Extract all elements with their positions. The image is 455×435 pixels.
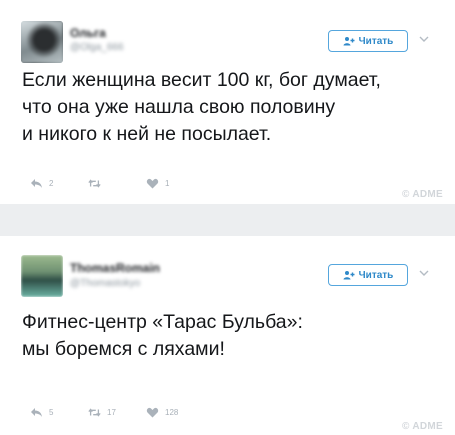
like-count: 128 — [165, 407, 179, 417]
tweet-text: Если женщина весит 100 кг, бог думает, ч… — [22, 69, 381, 145]
heart-icon — [146, 407, 159, 417]
retweet-action[interactable]: 17 — [88, 407, 146, 418]
watermark: © ADME — [401, 189, 443, 200]
tweet-actions: 5 17 128 — [30, 405, 178, 419]
chevron-down-icon[interactable] — [418, 268, 430, 278]
reply-icon — [31, 178, 42, 188]
add-person-icon — [343, 271, 355, 280]
follow-button[interactable]: Читать — [328, 30, 408, 52]
follow-label: Читать — [358, 35, 394, 47]
like-action[interactable]: 128 — [146, 407, 178, 418]
avatar[interactable] — [21, 21, 63, 63]
tweet-card: Ольга @Olga_666 Читать Если женщина веси… — [0, 0, 455, 204]
like-action[interactable]: 1 — [146, 178, 169, 189]
watermark: © ADME — [401, 421, 443, 432]
user-handle[interactable]: @Thomastokyo — [70, 278, 140, 289]
follow-label: Читать — [358, 269, 394, 281]
follow-button[interactable]: Читать — [328, 264, 408, 286]
user-handle[interactable]: @Olga_666 — [70, 42, 124, 53]
add-person-icon — [343, 37, 355, 46]
tweet-actions: 2 1 — [30, 176, 169, 190]
reply-action[interactable]: 2 — [30, 178, 88, 189]
avatar[interactable] — [21, 255, 63, 297]
tweet-text: Фитнес-центр «Тарас Бульба»: мы боремся … — [22, 311, 303, 360]
retweet-icon — [88, 407, 101, 417]
reply-count: 2 — [49, 178, 54, 188]
retweet-icon — [88, 178, 101, 188]
reply-count: 5 — [49, 407, 54, 417]
reply-icon — [31, 407, 42, 417]
reply-action[interactable]: 5 — [30, 407, 88, 418]
heart-icon — [146, 178, 159, 188]
chevron-down-icon[interactable] — [418, 34, 430, 44]
retweet-count: 17 — [107, 407, 116, 417]
user-name[interactable]: Ольга — [70, 26, 106, 40]
user-name[interactable]: ThomasRomain — [70, 261, 160, 275]
retweet-action[interactable] — [88, 178, 146, 189]
like-count: 1 — [165, 178, 170, 188]
